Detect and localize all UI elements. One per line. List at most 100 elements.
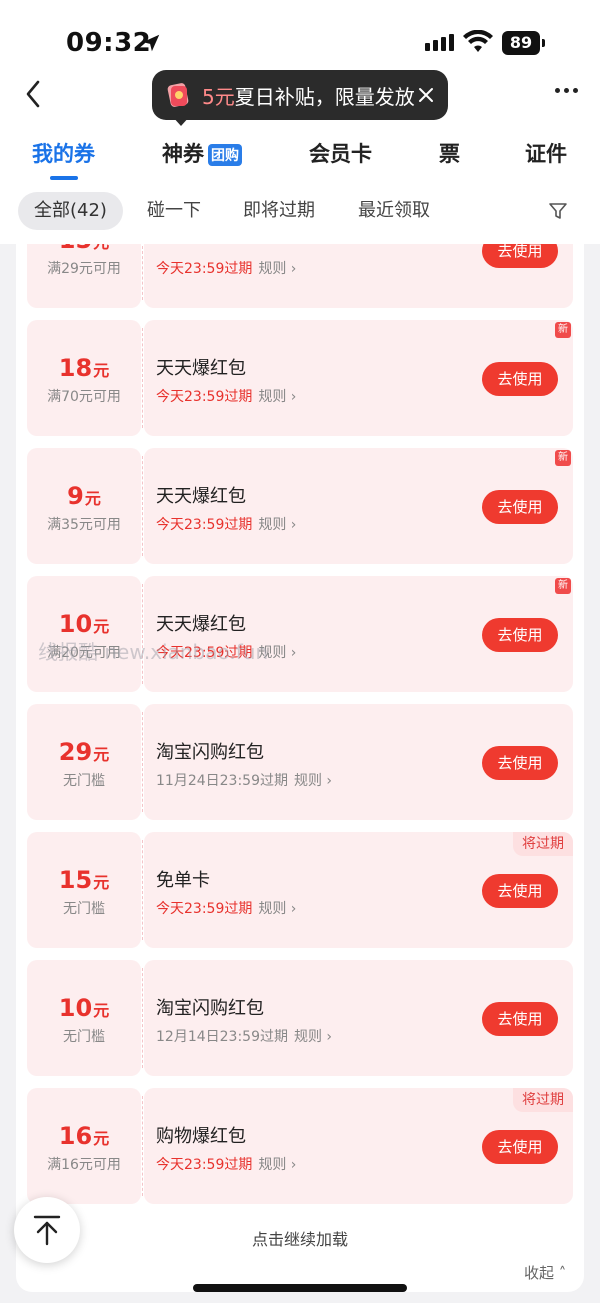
tab-my-coupons[interactable]: 我的券 <box>32 138 95 168</box>
use-coupon-button[interactable]: 去使用 <box>482 1130 558 1164</box>
coupon-details: 免单卡 今天23:59过期 规则 › 去使用 将过期 <box>144 832 573 948</box>
use-coupon-button[interactable]: 去使用 <box>482 244 558 268</box>
location-arrow-icon <box>142 34 160 52</box>
use-coupon-button[interactable]: 去使用 <box>482 746 558 780</box>
coupon-divider <box>142 328 143 428</box>
rule-link[interactable]: 规则 › <box>258 901 296 917</box>
coupon-expiry: 今天23:59过期 规则 › <box>156 1157 297 1173</box>
home-indicator <box>193 1284 407 1292</box>
new-badge: 新 <box>555 322 571 338</box>
tab-label: 神券 <box>162 142 204 166</box>
coupon-card: 15元 无门槛 免单卡 今天23:59过期 规则 › 去使用 将过期 <box>27 832 573 948</box>
coupon-amount: 9元 <box>67 482 101 510</box>
coupon-name: 天天爆红包 <box>156 614 246 635</box>
coupon-details: 天天爆红包 今天23:59过期 规则 › 去使用 新 <box>144 320 573 436</box>
coupon-card: 9元 满35元可用 天天爆红包 今天23:59过期 规则 › 去使用 新 <box>27 448 573 564</box>
coupon-details: 天天爆红包 今天23:59过期 规则 › 去使用 新 <box>144 576 573 692</box>
coupon-expiry: 今天23:59过期 规则 › <box>156 517 297 533</box>
arrow-up-icon <box>33 1215 61 1246</box>
collapse-link[interactable]: 收起 ˄ <box>524 1262 566 1283</box>
funnel-icon[interactable] <box>547 200 569 222</box>
coupon-card: 29元 无门槛 淘宝闪购红包 11月24日23:59过期 规则 › 去使用 <box>27 704 573 820</box>
use-coupon-button[interactable]: 去使用 <box>482 490 558 524</box>
coupon-name: 天天爆红包 <box>156 486 246 507</box>
coupon-expiry: 11月24日23:59过期 规则 › <box>156 773 333 789</box>
battery-tip <box>542 39 545 47</box>
load-more-link[interactable]: 点击继续加载 <box>16 1226 584 1250</box>
coupon-divider <box>142 456 143 556</box>
coupon-amount: 10元 <box>58 610 110 638</box>
coupon-divider <box>142 968 143 1068</box>
coupon-divider <box>142 1096 143 1196</box>
coupon-condition: 无门槛 <box>63 901 105 917</box>
rule-link[interactable]: 规则 › <box>258 1157 296 1173</box>
coupon-expiry: 今天23:59过期 规则 › <box>156 389 297 405</box>
rule-link[interactable]: 规则 › <box>258 389 296 405</box>
back-icon[interactable] <box>22 78 46 110</box>
coupon-card: 16元 满16元可用 购物爆红包 今天23:59过期 规则 › 去使用 将过期 <box>27 1088 573 1204</box>
coupon-details: 购物爆红包 今天23:59过期 规则 › 去使用 将过期 <box>144 1088 573 1204</box>
tab-super-coupons[interactable]: 神券 团购 <box>162 138 242 168</box>
close-icon[interactable] <box>416 85 436 105</box>
more-icon[interactable] <box>555 88 578 93</box>
coupon-amount: 16元 <box>58 1122 110 1150</box>
coupon-name: 淘宝闪购红包 <box>156 998 264 1019</box>
filter-expiring[interactable]: 即将过期 <box>243 192 315 230</box>
filter-recent[interactable]: 最近领取 <box>358 192 430 230</box>
nav-bar: 5元 夏日补贴，限量发放 <box>0 60 600 130</box>
promo-amount: 5元 <box>202 84 235 109</box>
rule-link[interactable]: 规则 › <box>258 261 296 277</box>
coupon-amount: 15元 <box>58 866 110 894</box>
tab-member-card[interactable]: 会员卡 <box>309 138 372 168</box>
coupon-divider <box>142 244 143 300</box>
tab-bar: 我的券 神券 团购 会员卡 票 证件 <box>0 130 600 180</box>
promo-tooltip[interactable]: 5元 夏日补贴，限量发放 <box>152 70 448 120</box>
back-to-top-button[interactable] <box>14 1197 80 1263</box>
coupon-divider <box>142 712 143 812</box>
coupon-condition: 满29元可用 <box>47 261 121 277</box>
coupon-expiry: 今天23:59过期 规则 › <box>156 901 297 917</box>
filter-all[interactable]: 全部(42) <box>18 192 123 230</box>
watermark-text: 线报酷 new.xianbao.fun <box>38 640 269 664</box>
red-packet-icon <box>167 83 189 107</box>
new-badge: 新 <box>555 578 571 594</box>
coupon-card: 18元 满70元可用 天天爆红包 今天23:59过期 规则 › 去使用 新 <box>27 320 573 436</box>
coupon-details: 淘宝闪购红包 11月24日23:59过期 规则 › 去使用 <box>144 704 573 820</box>
coupon-list: 15元 满29元可用 今天23:59过期规则 › 去使用 18元 满70元可用 … <box>16 244 584 1292</box>
filter-bar: 全部(42) 碰一下 即将过期 最近领取 <box>0 180 600 244</box>
coupon-condition: 无门槛 <box>63 773 105 789</box>
tab-tickets[interactable]: 票 <box>439 138 460 168</box>
coupon-condition: 满35元可用 <box>47 517 121 533</box>
coupon-condition: 满70元可用 <box>47 389 121 405</box>
coupon-divider <box>142 584 143 684</box>
promo-text: 夏日补贴，限量发放 <box>234 84 415 109</box>
coupon-condition: 满16元可用 <box>47 1157 121 1173</box>
use-coupon-button[interactable]: 去使用 <box>482 1002 558 1036</box>
promo-tooltip-pointer <box>172 116 190 126</box>
coupon-amount: 18元 <box>58 354 110 382</box>
rule-link[interactable]: 规则 › <box>294 773 332 789</box>
coupon-name: 免单卡 <box>156 870 210 891</box>
coupon-condition: 无门槛 <box>63 1029 105 1045</box>
rule-link[interactable]: 规则 › <box>294 1029 332 1045</box>
coupon-details: 天天爆红包 今天23:59过期 规则 › 去使用 新 <box>144 448 573 564</box>
coupon-card: 10元 无门槛 淘宝闪购红包 12月14日23:59过期 规则 › 去使用 <box>27 960 573 1076</box>
battery-icon: 89 <box>502 31 540 55</box>
expiring-badge: 将过期 <box>513 1088 573 1112</box>
coupon-name: 淘宝闪购红包 <box>156 742 264 763</box>
use-coupon-button[interactable]: 去使用 <box>482 362 558 396</box>
coupon-amount: 29元 <box>58 738 110 766</box>
use-coupon-button[interactable]: 去使用 <box>482 874 558 908</box>
coupon-name: 购物爆红包 <box>156 1126 246 1147</box>
coupon-name: 天天爆红包 <box>156 358 246 379</box>
coupon-card: 10元 满20元可用 天天爆红包 今天23:59过期 规则 › 去使用 新 <box>27 576 573 692</box>
filter-tap[interactable]: 碰一下 <box>147 192 201 230</box>
cellular-signal-icon <box>425 34 454 51</box>
coupon-divider <box>142 840 143 940</box>
wifi-icon <box>463 30 493 52</box>
coupon-amount: 15元 <box>27 244 141 254</box>
rule-link[interactable]: 规则 › <box>258 517 296 533</box>
use-coupon-button[interactable]: 去使用 <box>482 618 558 652</box>
tab-ids[interactable]: 证件 <box>525 138 567 168</box>
coupon-expiry: 今天23:59过期 规则 › <box>156 261 297 277</box>
